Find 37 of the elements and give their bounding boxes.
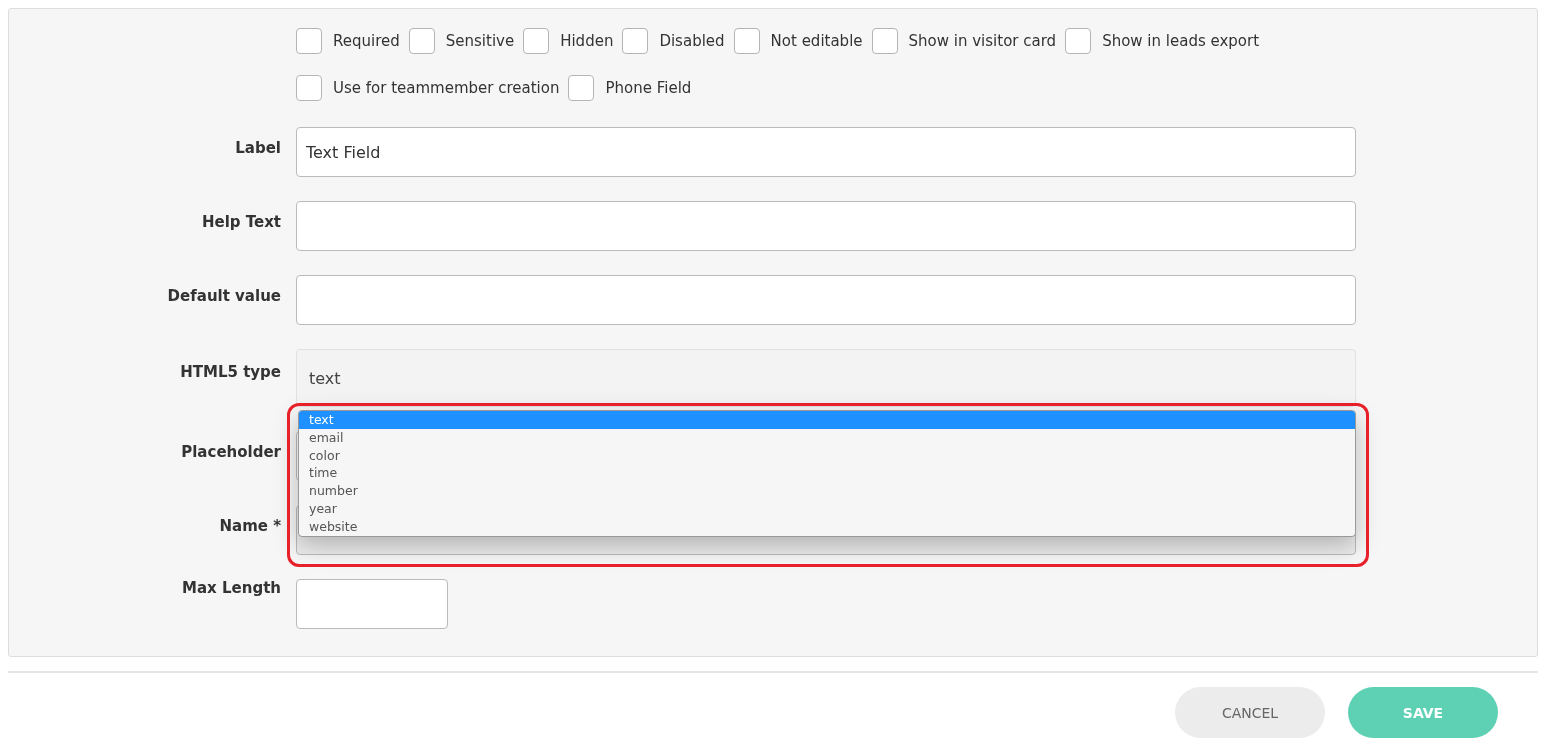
field-label: Name * xyxy=(218,516,281,537)
checkbox-label: Not editable xyxy=(770,32,863,50)
dropdown-option[interactable]: website xyxy=(299,517,1355,536)
field-label: Placeholder xyxy=(180,442,281,463)
dropdown-option[interactable]: year xyxy=(299,500,1355,518)
dropdown-option[interactable]: color xyxy=(299,446,1355,465)
checkbox-label: Show in visitor card xyxy=(908,32,1057,50)
checkbox-label: Use for teammember creation xyxy=(333,79,560,97)
field-label: HTML5 type xyxy=(179,362,281,383)
checkbox-label: Required xyxy=(333,32,400,50)
field-label: Max Length xyxy=(181,579,281,599)
text-input-field[interactable]: Text Field xyxy=(296,127,1356,177)
type-select[interactable]: text xyxy=(296,349,1356,407)
field-label: Label xyxy=(234,138,281,159)
cancel-button[interactable]: CANCEL xyxy=(1175,687,1325,738)
checkbox-label: Show in leads export xyxy=(1102,32,1260,50)
text-input-field[interactable] xyxy=(296,201,1356,251)
field-label: Default value xyxy=(166,286,281,307)
checkbox[interactable] xyxy=(408,28,435,54)
dropdown-option[interactable]: time xyxy=(299,464,1355,483)
checkbox[interactable] xyxy=(296,28,322,54)
checkbox[interactable] xyxy=(871,28,898,54)
dropdown-option[interactable]: number xyxy=(299,482,1355,500)
checkbox-label: Phone Field xyxy=(605,79,692,97)
checkbox-label: Hidden xyxy=(560,32,614,50)
checkbox[interactable] xyxy=(1065,28,1092,54)
checkbox[interactable] xyxy=(296,75,322,101)
checkbox[interactable] xyxy=(622,28,649,54)
checkbox-label: Disabled xyxy=(659,32,725,50)
checkbox[interactable] xyxy=(523,28,550,54)
dropdown-option[interactable]: email xyxy=(299,428,1355,447)
checkbox-label: Sensitive xyxy=(445,32,515,50)
text-input-field[interactable] xyxy=(296,275,1356,325)
field-label: Help Text xyxy=(200,212,281,233)
number-input-field[interactable] xyxy=(296,579,448,629)
checkbox[interactable] xyxy=(733,28,760,54)
checkbox[interactable] xyxy=(568,75,595,101)
